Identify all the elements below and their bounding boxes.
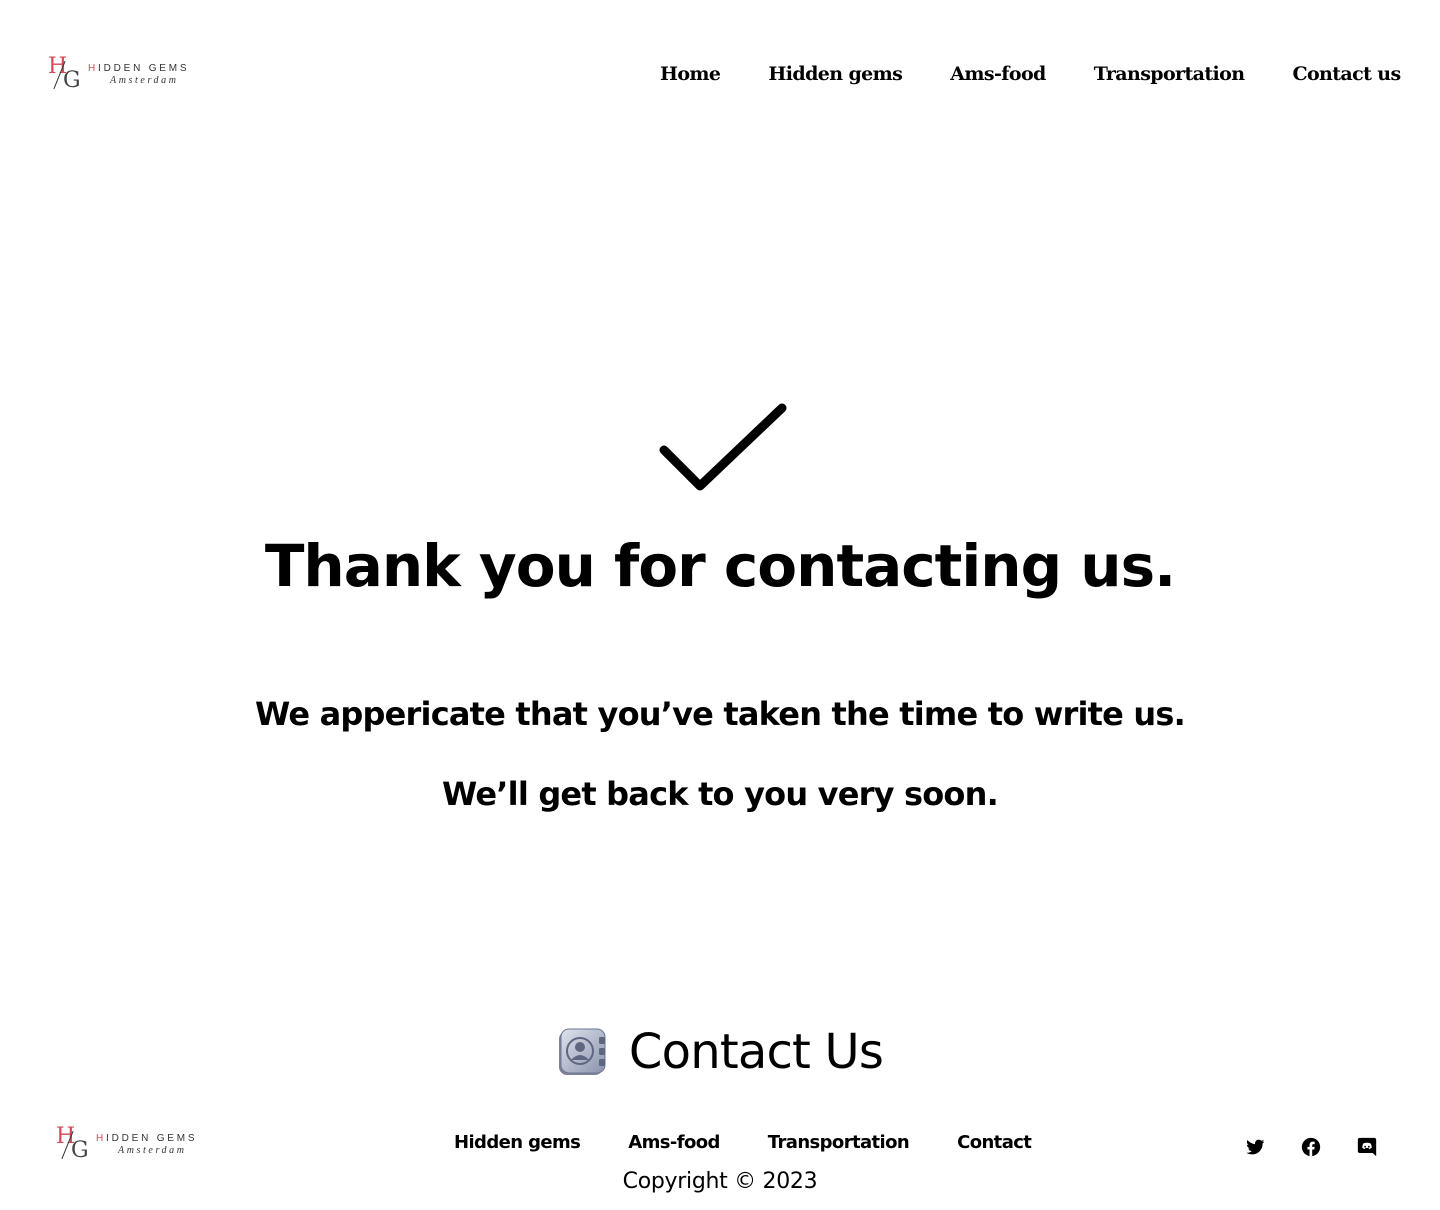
contact-us-heading: Contact Us — [628, 1024, 884, 1080]
header-logo[interactable]: H G HIDDEN GEMS Amsterdam — [48, 56, 189, 94]
footer-nav-hidden-gems[interactable]: Hidden gems — [454, 1130, 581, 1156]
thank-you-title: Thank you for contacting us. — [264, 532, 1176, 600]
nav-transportation[interactable]: Transportation — [1094, 60, 1245, 88]
logo-monogram: H G — [56, 1124, 89, 1163]
logo-wordmark: HIDDEN GEMS Amsterdam — [88, 63, 190, 86]
footer-nav-contact[interactable]: Contact — [957, 1130, 1032, 1156]
nav-contact-us[interactable]: Contact us — [1292, 60, 1401, 88]
footer-nav-ams-food[interactable]: Ams-food — [628, 1130, 720, 1156]
footer-logo[interactable]: H G HIDDEN GEMS Amsterdam — [56, 1126, 197, 1164]
discord-icon[interactable] — [1356, 1136, 1378, 1158]
nav-ams-food[interactable]: Ams-food — [950, 60, 1046, 88]
footer-nav: Hidden gems Ams-food Transportation Cont… — [454, 1130, 1032, 1156]
copyright: Copyright © 2023 — [622, 1169, 818, 1194]
logo-monogram: H G — [48, 54, 81, 93]
appreciation-text: We appericate that you’ve taken the time… — [255, 695, 1186, 733]
main-nav: Home Hidden gems Ams-food Transportation… — [660, 60, 1401, 88]
social-links — [1244, 1136, 1378, 1158]
twitter-icon[interactable] — [1244, 1136, 1266, 1158]
nav-home[interactable]: Home — [660, 60, 721, 88]
checkmark-icon — [659, 403, 787, 491]
site-header: H G HIDDEN GEMS Amsterdam Home Hidden ge… — [0, 0, 1440, 150]
logo-wordmark: HIDDEN GEMS Amsterdam — [96, 1133, 198, 1156]
follow-up-text: We’ll get back to you very soon. — [442, 775, 999, 813]
contact-book-icon — [558, 1028, 606, 1075]
contact-us-section: Contact Us — [0, 1020, 1440, 1084]
facebook-icon[interactable] — [1300, 1136, 1322, 1158]
nav-hidden-gems[interactable]: Hidden gems — [768, 60, 902, 88]
footer-nav-transportation[interactable]: Transportation — [768, 1130, 910, 1156]
